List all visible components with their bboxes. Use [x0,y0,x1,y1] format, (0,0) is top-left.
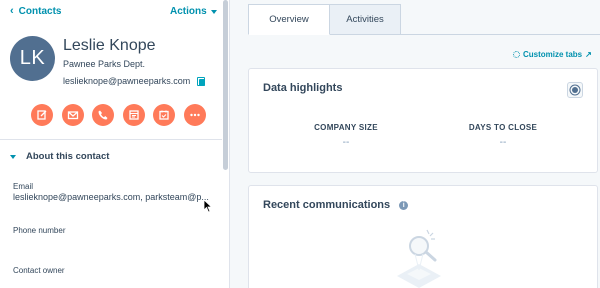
contact-sidebar: ‹ Contacts Actions LK Leslie Knope Pawne… [0,0,230,288]
more-dots-icon [189,113,200,117]
mouse-cursor-icon [203,199,213,213]
owner-field-label: Contact owner [13,266,65,275]
log-icon [128,110,139,120]
contact-name[interactable]: Leslie Knope [63,37,156,55]
customize-label: Customize tabs [523,50,583,59]
call-button[interactable] [92,104,114,126]
chevron-down-icon [10,154,16,159]
data-highlights-title: Data highlights [263,82,343,94]
record-tabs: Overview Activities [248,4,401,35]
days-to-close-value: -- [499,137,507,148]
back-label: Contacts [18,6,62,17]
note-button[interactable] [31,104,53,126]
note-icon [37,110,47,120]
copy-icon[interactable] [197,76,206,86]
info-icon[interactable]: i [399,200,409,210]
company-size-label: COMPANY SIZE [314,123,378,132]
envelope-icon [67,111,78,120]
gear-icon [572,87,578,93]
data-highlights-card: Data highlights COMPANY SIZE -- DAYS TO … [248,68,598,173]
caret-down-icon [210,10,217,14]
email-field-label: Email [13,182,34,191]
chevron-left-icon: ‹ [10,5,14,17]
actions-label: Actions [170,6,207,17]
about-section-title: About this contact [26,151,110,162]
email-field-value[interactable]: leslieknope@pawneeparks.com, parksteam@p… [13,192,213,202]
phone-field-label: Phone number [13,226,66,235]
sidebar-topbar: ‹ Contacts Actions [0,0,222,26]
tab-overview[interactable]: Overview [248,4,330,35]
avatar[interactable]: LK [10,36,55,81]
phone-icon [98,110,108,120]
email-button[interactable] [61,104,84,126]
external-link-icon: ↗ [585,50,592,59]
tab-activities[interactable]: Activities [329,4,401,35]
company-size-value: -- [342,137,350,148]
more-button[interactable] [183,104,206,126]
recent-communications-title: Recent communications [263,199,391,211]
task-button[interactable] [153,104,175,126]
days-to-close-label: DAYS TO CLOSE [468,123,538,132]
quick-action-row [31,104,206,126]
divider [0,139,222,140]
log-activity-button[interactable] [122,104,145,126]
back-to-contacts-link[interactable]: ‹ Contacts [10,5,62,18]
contact-email[interactable]: leslieknope@pawneeparks.com [63,76,190,86]
calendar-icon [159,110,169,120]
gear-icon [513,51,520,58]
sidebar-scrollbar[interactable] [223,0,228,170]
actions-dropdown[interactable]: Actions [170,6,217,17]
about-section-toggle[interactable]: About this contact [10,151,109,162]
card-settings-button[interactable] [567,82,583,98]
contact-company[interactable]: Pawnee Parks Dept. [63,59,145,69]
customize-tabs-link[interactable]: Customize tabs ↗ [513,50,592,59]
recent-communications-card: Recent communications i [248,185,598,288]
contact-email-row: leslieknope@pawneeparks.com [63,76,206,86]
empty-state-illustration [397,229,441,288]
recent-communications-header: Recent communications i [263,199,409,211]
